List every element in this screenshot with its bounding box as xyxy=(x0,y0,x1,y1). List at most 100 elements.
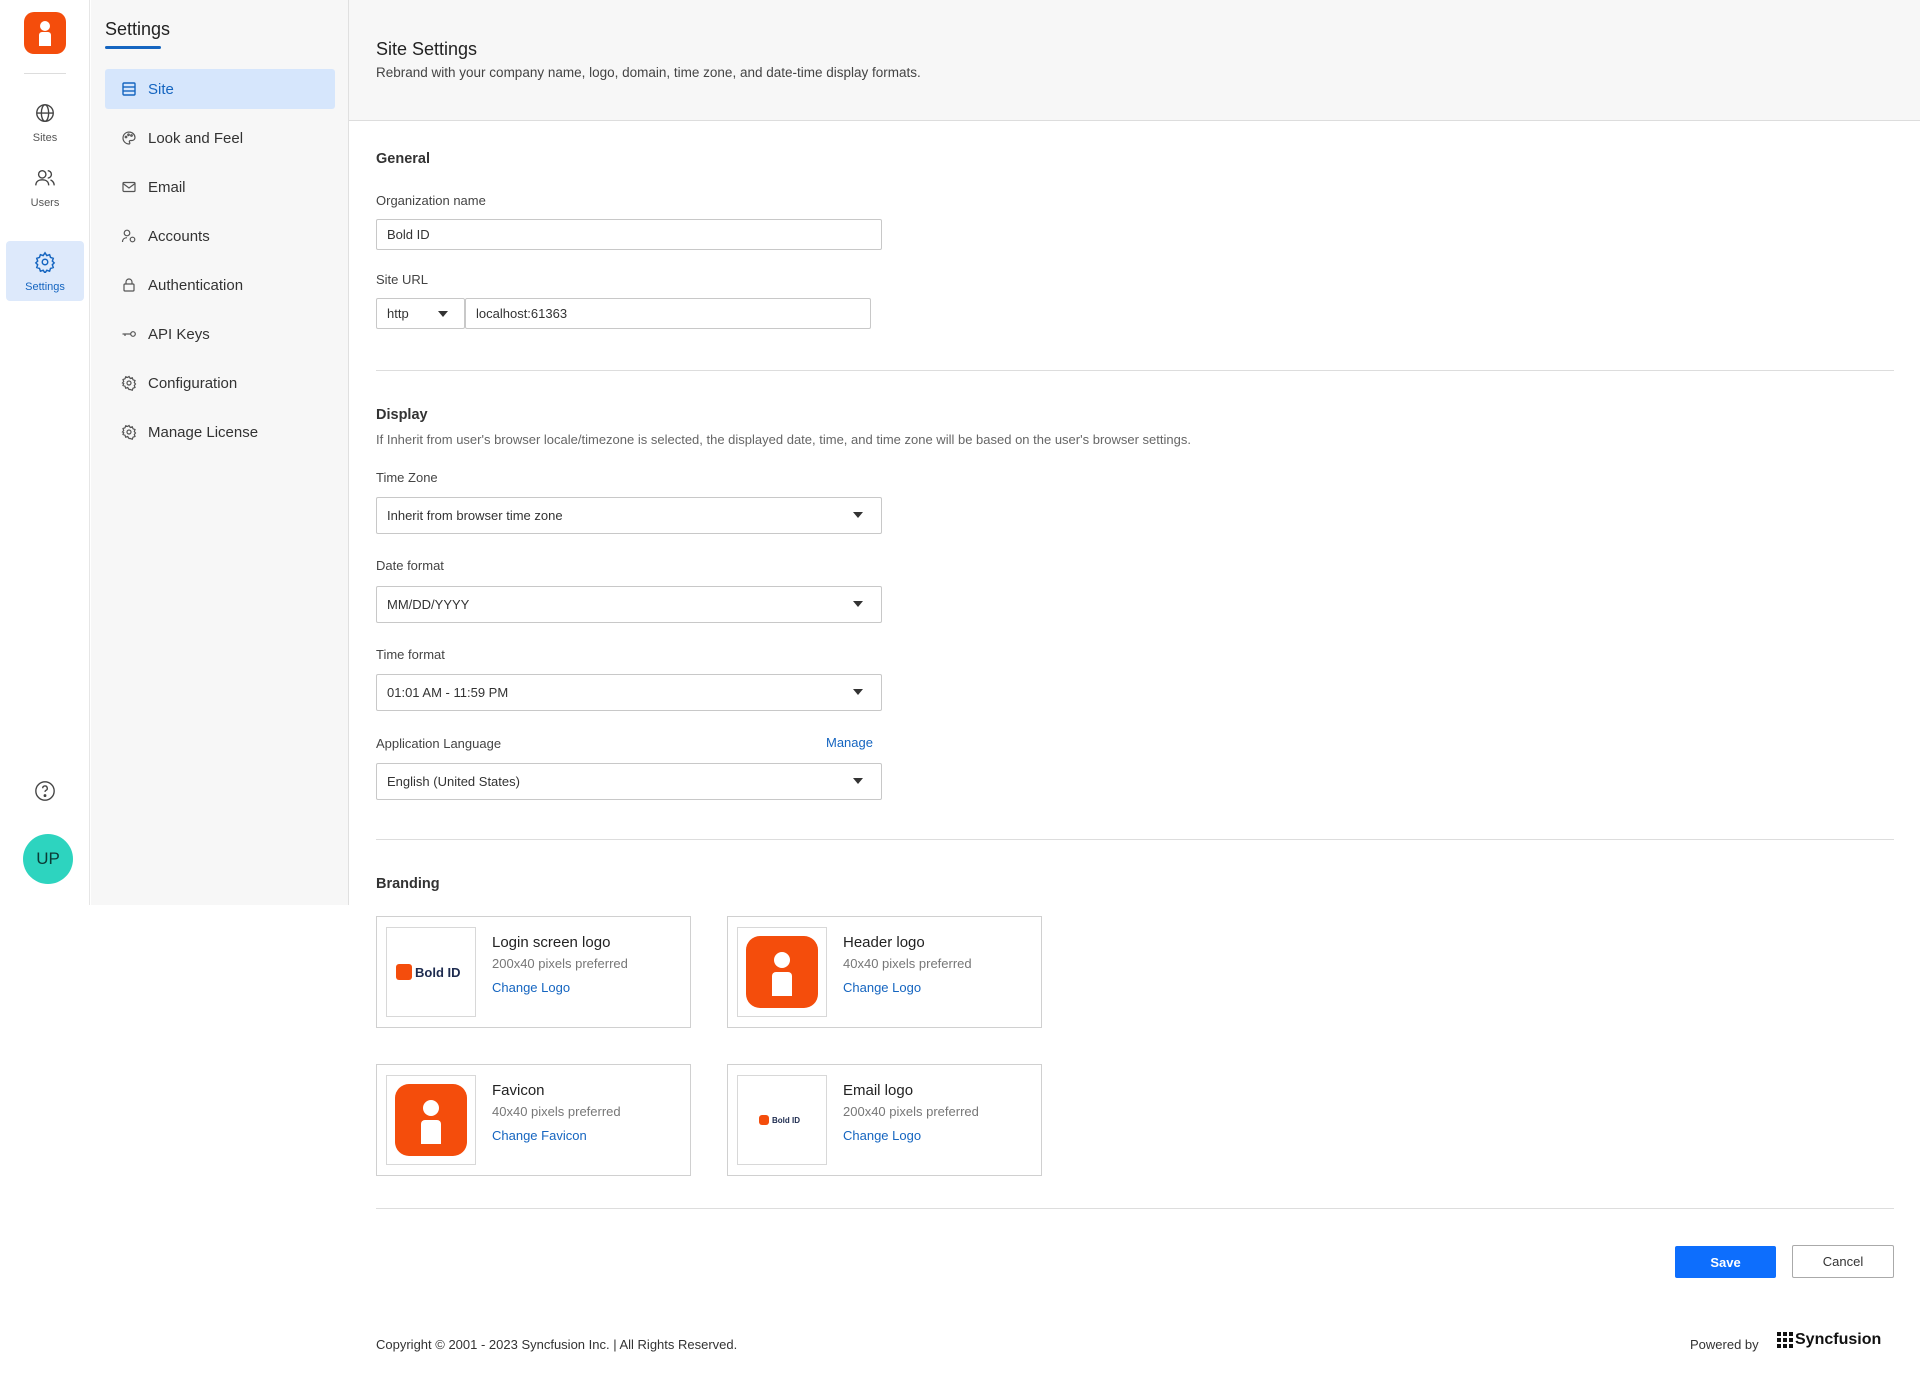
protocol-select[interactable]: http xyxy=(376,298,465,329)
chevron-down-icon xyxy=(853,601,863,607)
gear-icon xyxy=(34,251,56,273)
change-login-logo-link[interactable]: Change Logo xyxy=(492,980,570,995)
nav-title-underline xyxy=(105,46,161,49)
gear-icon xyxy=(121,375,137,391)
login-logo-card: Bold ID Login screen logo 200x40 pixels … xyxy=(376,916,691,1028)
branding-section-title: Branding xyxy=(376,876,440,892)
rail-item-users[interactable]: Users xyxy=(6,157,84,217)
nav-item-email[interactable]: Email xyxy=(105,167,335,207)
site-icon xyxy=(122,82,136,96)
chevron-down-icon xyxy=(853,778,863,784)
syncfusion-wordmark: Syncfusion xyxy=(1795,1331,1882,1348)
main-content: Site Settings Rebrand with your company … xyxy=(349,0,1920,1383)
chevron-down-icon xyxy=(438,311,448,317)
rail-divider xyxy=(24,73,66,74)
account-icon xyxy=(121,229,136,243)
favicon-preview xyxy=(386,1075,476,1165)
help-icon[interactable] xyxy=(34,780,56,802)
section-divider xyxy=(376,839,1894,840)
nav-item-site[interactable]: Site xyxy=(105,69,335,109)
display-note: If Inherit from user's browser locale/ti… xyxy=(376,432,1191,447)
page-header: Site Settings Rebrand with your company … xyxy=(349,0,1920,121)
nav-item-label: Site xyxy=(148,80,174,98)
date-format-label: Date format xyxy=(376,558,444,573)
card-name: Login screen logo xyxy=(492,934,611,951)
lock-icon xyxy=(123,278,135,292)
nav-item-accounts[interactable]: Accounts xyxy=(105,216,335,256)
globe-icon xyxy=(36,104,54,122)
display-section-title: Display xyxy=(376,407,428,423)
nav-item-label: API Keys xyxy=(148,325,210,343)
card-pref: 40x40 pixels preferred xyxy=(843,956,972,971)
rail-item-label: Settings xyxy=(25,281,65,293)
bold-id-logo: Bold ID xyxy=(759,1115,800,1125)
favicon-card: Favicon 40x40 pixels preferred Change Fa… xyxy=(376,1064,691,1176)
card-pref: 200x40 pixels preferred xyxy=(843,1104,979,1119)
page-title: Site Settings xyxy=(376,39,478,59)
card-pref: 40x40 pixels preferred xyxy=(492,1104,621,1119)
syncfusion-logo[interactable]: Syncfusion xyxy=(1777,1331,1881,1349)
bold-id-logo[interactable] xyxy=(24,12,66,54)
header-logo-card: Header logo 40x40 pixels preferred Chang… xyxy=(727,916,1042,1028)
chevron-down-icon xyxy=(853,689,863,695)
language-manage-link[interactable]: Manage xyxy=(826,735,873,750)
site-host-input[interactable]: localhost:61363 xyxy=(465,298,871,329)
rail-item-sites[interactable]: Sites xyxy=(6,92,84,152)
time-format-select[interactable]: 01:01 AM - 11:59 PM xyxy=(376,674,882,711)
date-format-select[interactable]: MM/DD/YYYY xyxy=(376,586,882,623)
org-name-label: Organization name xyxy=(376,193,486,208)
language-value: English (United States) xyxy=(387,774,520,789)
powered-by-label: Powered by xyxy=(1690,1337,1759,1352)
app-rail: Sites Users Settings UP xyxy=(0,0,90,905)
key-icon xyxy=(122,331,136,337)
timezone-label: Time Zone xyxy=(376,470,438,485)
mail-icon xyxy=(122,181,136,193)
logo-text: Bold ID xyxy=(772,1115,800,1125)
section-divider xyxy=(376,370,1894,371)
chevron-down-icon xyxy=(853,512,863,518)
language-select[interactable]: English (United States) xyxy=(376,763,882,800)
nav-item-label: Email xyxy=(148,178,186,196)
header-logo-preview xyxy=(737,927,827,1017)
rail-item-label: Sites xyxy=(32,132,58,144)
site-url-label: Site URL xyxy=(376,272,429,287)
syncfusion-grid-icon xyxy=(1777,1332,1793,1348)
logo-text: Bold ID xyxy=(415,964,461,980)
nav-item-api-keys[interactable]: API Keys xyxy=(105,314,335,354)
nav-item-manage-license[interactable]: Manage License xyxy=(105,412,335,452)
org-name-input[interactable]: Bold ID xyxy=(376,219,882,250)
cancel-button[interactable]: Cancel xyxy=(1792,1245,1894,1278)
save-button[interactable]: Save xyxy=(1675,1246,1776,1278)
nav-title: Settings xyxy=(105,19,171,39)
protocol-value: http xyxy=(387,306,409,321)
bold-id-logo xyxy=(395,1084,467,1156)
change-email-logo-link[interactable]: Change Logo xyxy=(843,1128,921,1143)
timezone-select[interactable]: Inherit from browser time zone xyxy=(376,497,882,534)
time-format-value: 01:01 AM - 11:59 PM xyxy=(387,685,509,700)
general-section-title: General xyxy=(376,151,430,167)
nav-item-configuration[interactable]: Configuration xyxy=(105,363,335,403)
card-name: Email logo xyxy=(843,1082,914,1099)
card-name: Header logo xyxy=(843,934,925,951)
user-avatar[interactable]: UP xyxy=(23,834,73,884)
email-logo-card: Bold ID Email logo 200x40 pixels preferr… xyxy=(727,1064,1042,1176)
nav-item-look-and-feel[interactable]: Look and Feel xyxy=(105,118,335,158)
date-format-value: MM/DD/YYYY xyxy=(387,597,470,612)
users-icon xyxy=(35,169,55,186)
license-icon xyxy=(121,424,137,440)
nav-item-label: Look and Feel xyxy=(148,129,244,147)
rail-item-settings[interactable]: Settings xyxy=(6,241,84,301)
email-logo-preview: Bold ID xyxy=(737,1075,827,1165)
change-favicon-link[interactable]: Change Favicon xyxy=(492,1128,587,1143)
card-name: Favicon xyxy=(492,1082,545,1099)
change-header-logo-link[interactable]: Change Logo xyxy=(843,980,921,995)
bold-id-logo: Bold ID xyxy=(396,964,461,980)
login-logo-preview: Bold ID xyxy=(386,927,476,1017)
nav-item-label: Authentication xyxy=(148,276,244,294)
nav-item-authentication[interactable]: Authentication xyxy=(105,265,335,305)
page-subtitle: Rebrand with your company name, logo, do… xyxy=(376,65,921,80)
nav-item-label: Accounts xyxy=(148,227,210,245)
time-format-label: Time format xyxy=(376,647,445,662)
palette-icon xyxy=(122,131,136,145)
timezone-value: Inherit from browser time zone xyxy=(387,508,563,523)
